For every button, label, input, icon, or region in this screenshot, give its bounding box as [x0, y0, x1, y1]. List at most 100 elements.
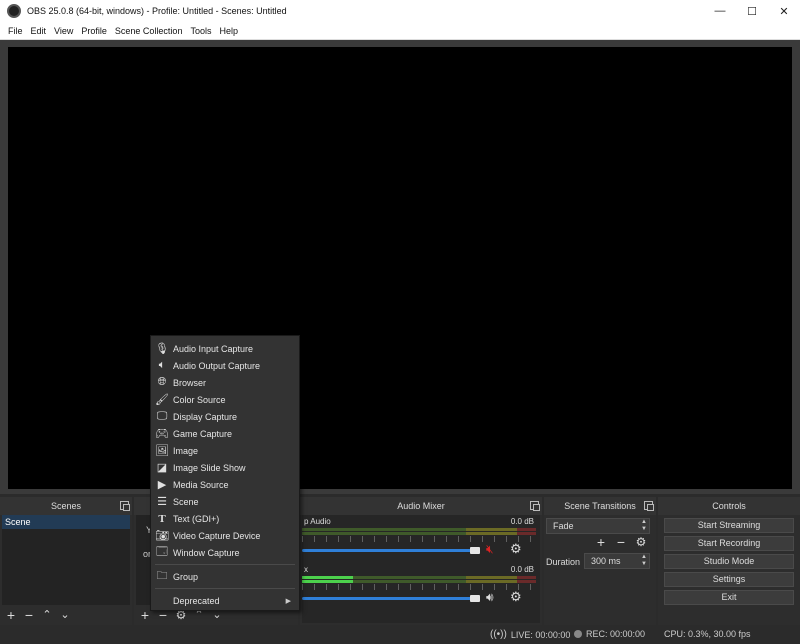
scenes-dock-header: Scenes	[0, 497, 132, 515]
brush-icon: 🖌︎	[155, 394, 169, 406]
meter-scale	[302, 584, 536, 590]
duration-label: Duration	[546, 557, 581, 567]
menu-file[interactable]: File	[4, 26, 27, 36]
scenes-dock-title: Scenes	[50, 501, 82, 511]
minimize-button[interactable]: —	[704, 0, 736, 22]
mixer-channel: p Audio 0.0 dB 🔇︎ ⚙	[302, 517, 540, 567]
scenes-list: Scene	[2, 515, 130, 605]
menu-item-label: Image Slide Show	[173, 462, 246, 473]
undock-icon[interactable]	[644, 501, 654, 511]
move-up-icon[interactable]: ⌃	[40, 608, 54, 622]
window-title: OBS 25.0.8 (64-bit, windows) - Profile: …	[27, 6, 287, 16]
maximize-button[interactable]: ☐	[736, 0, 768, 22]
status-bar: ((•)) LIVE: 00:00:00 REC: 00:00:00 CPU: …	[0, 625, 800, 644]
title-bar: OBS 25.0.8 (64-bit, windows) - Profile: …	[0, 0, 800, 22]
settings-button[interactable]: Settings	[664, 572, 794, 587]
menu-item-browser[interactable]: 🌐︎ Browser	[151, 374, 299, 391]
menu-item-label: Window Capture	[173, 547, 240, 558]
menu-item-color-source[interactable]: 🖌︎ Color Source	[151, 391, 299, 408]
audio-mixer-title: Audio Mixer	[397, 501, 445, 511]
scene-transitions-header: Scene Transitions	[544, 497, 656, 515]
volume-slider[interactable]	[302, 597, 478, 600]
menu-item-video-capture-device[interactable]: 📷︎ Video Capture Device	[151, 527, 299, 544]
duration-spinbox[interactable]: 300 ms ▲ ▼	[584, 553, 650, 569]
monitor-icon: 🖵︎	[156, 410, 168, 422]
menu-item-image[interactable]: 🖼︎ Image	[151, 442, 299, 459]
remove-icon[interactable]: −	[22, 608, 36, 622]
live-timer: LIVE: 00:00:00	[510, 629, 571, 640]
menu-separator	[155, 564, 295, 565]
add-icon[interactable]: +	[594, 535, 608, 549]
menu-item-label: Deprecated	[173, 595, 220, 606]
menu-item-image-slide-show[interactable]: ◪ Image Slide Show	[151, 459, 299, 476]
preview-canvas[interactable]	[8, 47, 792, 489]
list-item[interactable]: Scene	[2, 515, 130, 529]
live-status: ((•)) LIVE: 00:00:00	[490, 629, 570, 640]
channel-db: 0.0 dB	[510, 517, 534, 526]
rec-status: REC: 00:00:00	[574, 629, 645, 639]
menu-item-audio-input-capture[interactable]: 🎙︎ Audio Input Capture	[151, 340, 299, 357]
slideshow-icon: ◪	[156, 462, 168, 474]
cpu-status: CPU: 0.3%, 30.00 fps	[664, 629, 751, 639]
menu-scene-collection[interactable]: Scene Collection	[111, 26, 187, 36]
scene-transitions-title: Scene Transitions	[564, 501, 636, 511]
menu-profile[interactable]: Profile	[77, 26, 111, 36]
level-meter	[302, 532, 536, 535]
menu-item-group[interactable]: 🗀︎ Group	[151, 568, 299, 585]
controls-header: Controls	[658, 497, 800, 515]
exit-button[interactable]: Exit	[664, 590, 794, 605]
menu-item-media-source[interactable]: ▶ Media Source	[151, 476, 299, 493]
muted-speaker-icon[interactable]: 🔇︎	[486, 542, 494, 557]
undock-icon[interactable]	[530, 501, 540, 511]
undock-icon[interactable]	[120, 501, 130, 511]
volume-slider-knob[interactable]	[470, 547, 480, 554]
duration-value: 300 ms	[591, 556, 621, 566]
level-meter	[302, 528, 536, 531]
play-icon: ▶	[157, 479, 167, 491]
menu-item-label: Group	[173, 571, 199, 582]
audio-mixer-dock: Audio Mixer p Audio 0.0 dB 🔇︎ ⚙ x 0.0 dB…	[300, 497, 542, 625]
menu-item-scene[interactable]: ☰ Scene	[151, 493, 299, 510]
menu-item-label: Text (GDI+)	[173, 513, 220, 524]
menu-item-label: Video Capture Device	[173, 530, 261, 541]
image-icon: 🖼︎	[155, 445, 169, 457]
menu-item-window-capture[interactable]: 🗔︎ Window Capture	[151, 544, 299, 561]
volume-slider[interactable]	[302, 549, 478, 552]
studio-mode-button[interactable]: Studio Mode	[664, 554, 794, 569]
scene-transitions-dock: Scene Transitions Fade ▲ ▼ + − ⚙ Duration…	[544, 497, 656, 625]
start-streaming-button[interactable]: Start Streaming	[664, 518, 794, 533]
start-recording-button[interactable]: Start Recording	[664, 536, 794, 551]
audio-mixer-header: Audio Mixer	[300, 497, 542, 515]
close-button[interactable]: ✕	[768, 0, 800, 22]
controls-dock: Controls Start Streaming Start Recording…	[658, 497, 800, 625]
menu-item-label: Display Capture	[173, 411, 238, 422]
menu-edit[interactable]: Edit	[27, 26, 51, 36]
transition-select[interactable]: Fade ▲ ▼	[546, 518, 650, 534]
remove-icon[interactable]: −	[614, 535, 628, 549]
add-source-menu: 🎙︎ Audio Input Capture 🔈︎ Audio Output C…	[150, 335, 300, 611]
menu-item-deprecated[interactable]: Deprecated ▶	[151, 592, 299, 609]
speaker-icon[interactable]: 🔊︎	[486, 590, 494, 605]
menu-tools[interactable]: Tools	[186, 26, 215, 36]
gear-icon[interactable]: ⚙	[510, 589, 522, 605]
gear-icon[interactable]: ⚙	[510, 541, 522, 557]
menu-item-label: Audio Input Capture	[173, 343, 254, 354]
menu-item-label: Browser	[173, 377, 207, 388]
move-down-icon[interactable]: ⌄	[58, 608, 72, 622]
spin-arrows-icon[interactable]: ▲ ▼	[641, 554, 647, 568]
channel-name: x	[304, 565, 308, 574]
menu-item-label: Audio Output Capture	[173, 360, 261, 371]
menu-item-game-capture[interactable]: 🎮︎ Game Capture	[151, 425, 299, 442]
menu-item-label: Color Source	[173, 394, 226, 405]
gear-icon[interactable]: ⚙	[634, 535, 648, 549]
add-icon[interactable]: +	[4, 608, 18, 622]
obs-logo-icon	[7, 4, 21, 18]
volume-slider-knob[interactable]	[470, 595, 480, 602]
broadcast-icon: ((•))	[490, 629, 507, 640]
menu-item-text-gdi[interactable]: T Text (GDI+)	[151, 510, 299, 527]
menu-item-audio-output-capture[interactable]: 🔈︎ Audio Output Capture	[151, 357, 299, 374]
menu-view[interactable]: View	[50, 26, 77, 36]
menu-item-display-capture[interactable]: 🖵︎ Display Capture	[151, 408, 299, 425]
controls-title: Controls	[712, 501, 746, 511]
menu-help[interactable]: Help	[215, 26, 242, 36]
